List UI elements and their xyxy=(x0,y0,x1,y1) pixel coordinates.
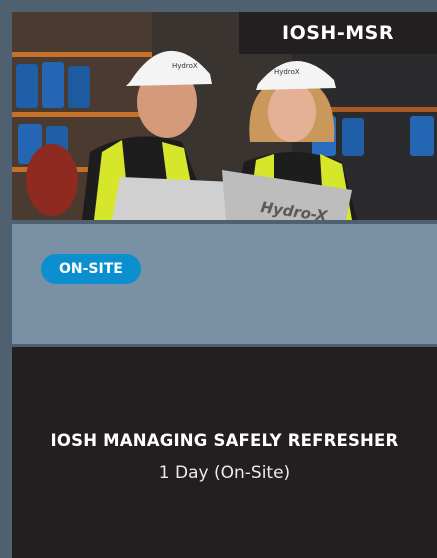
course-photo: HydroX HydroX Hydro-X IOSH-MSR xyxy=(12,12,437,220)
course-code: IOSH-MSR xyxy=(239,12,437,54)
onsite-badge: ON-SITE xyxy=(41,254,141,284)
course-type-band: ON-SITE xyxy=(12,224,437,344)
helmet-left-text: HydroX xyxy=(172,62,198,70)
course-title[interactable]: IOSH MANAGING SAFELY REFRESHER xyxy=(12,431,437,450)
course-card[interactable]: HydroX HydroX Hydro-X IOSH-MSR ON-SITE I… xyxy=(0,0,437,558)
course-duration: 1 Day (On-Site) xyxy=(158,463,291,483)
helmet-right-text: HydroX xyxy=(274,68,300,76)
course-info-panel: IOSH MANAGING SAFELY REFRESHER 1 Day (On… xyxy=(12,347,437,558)
